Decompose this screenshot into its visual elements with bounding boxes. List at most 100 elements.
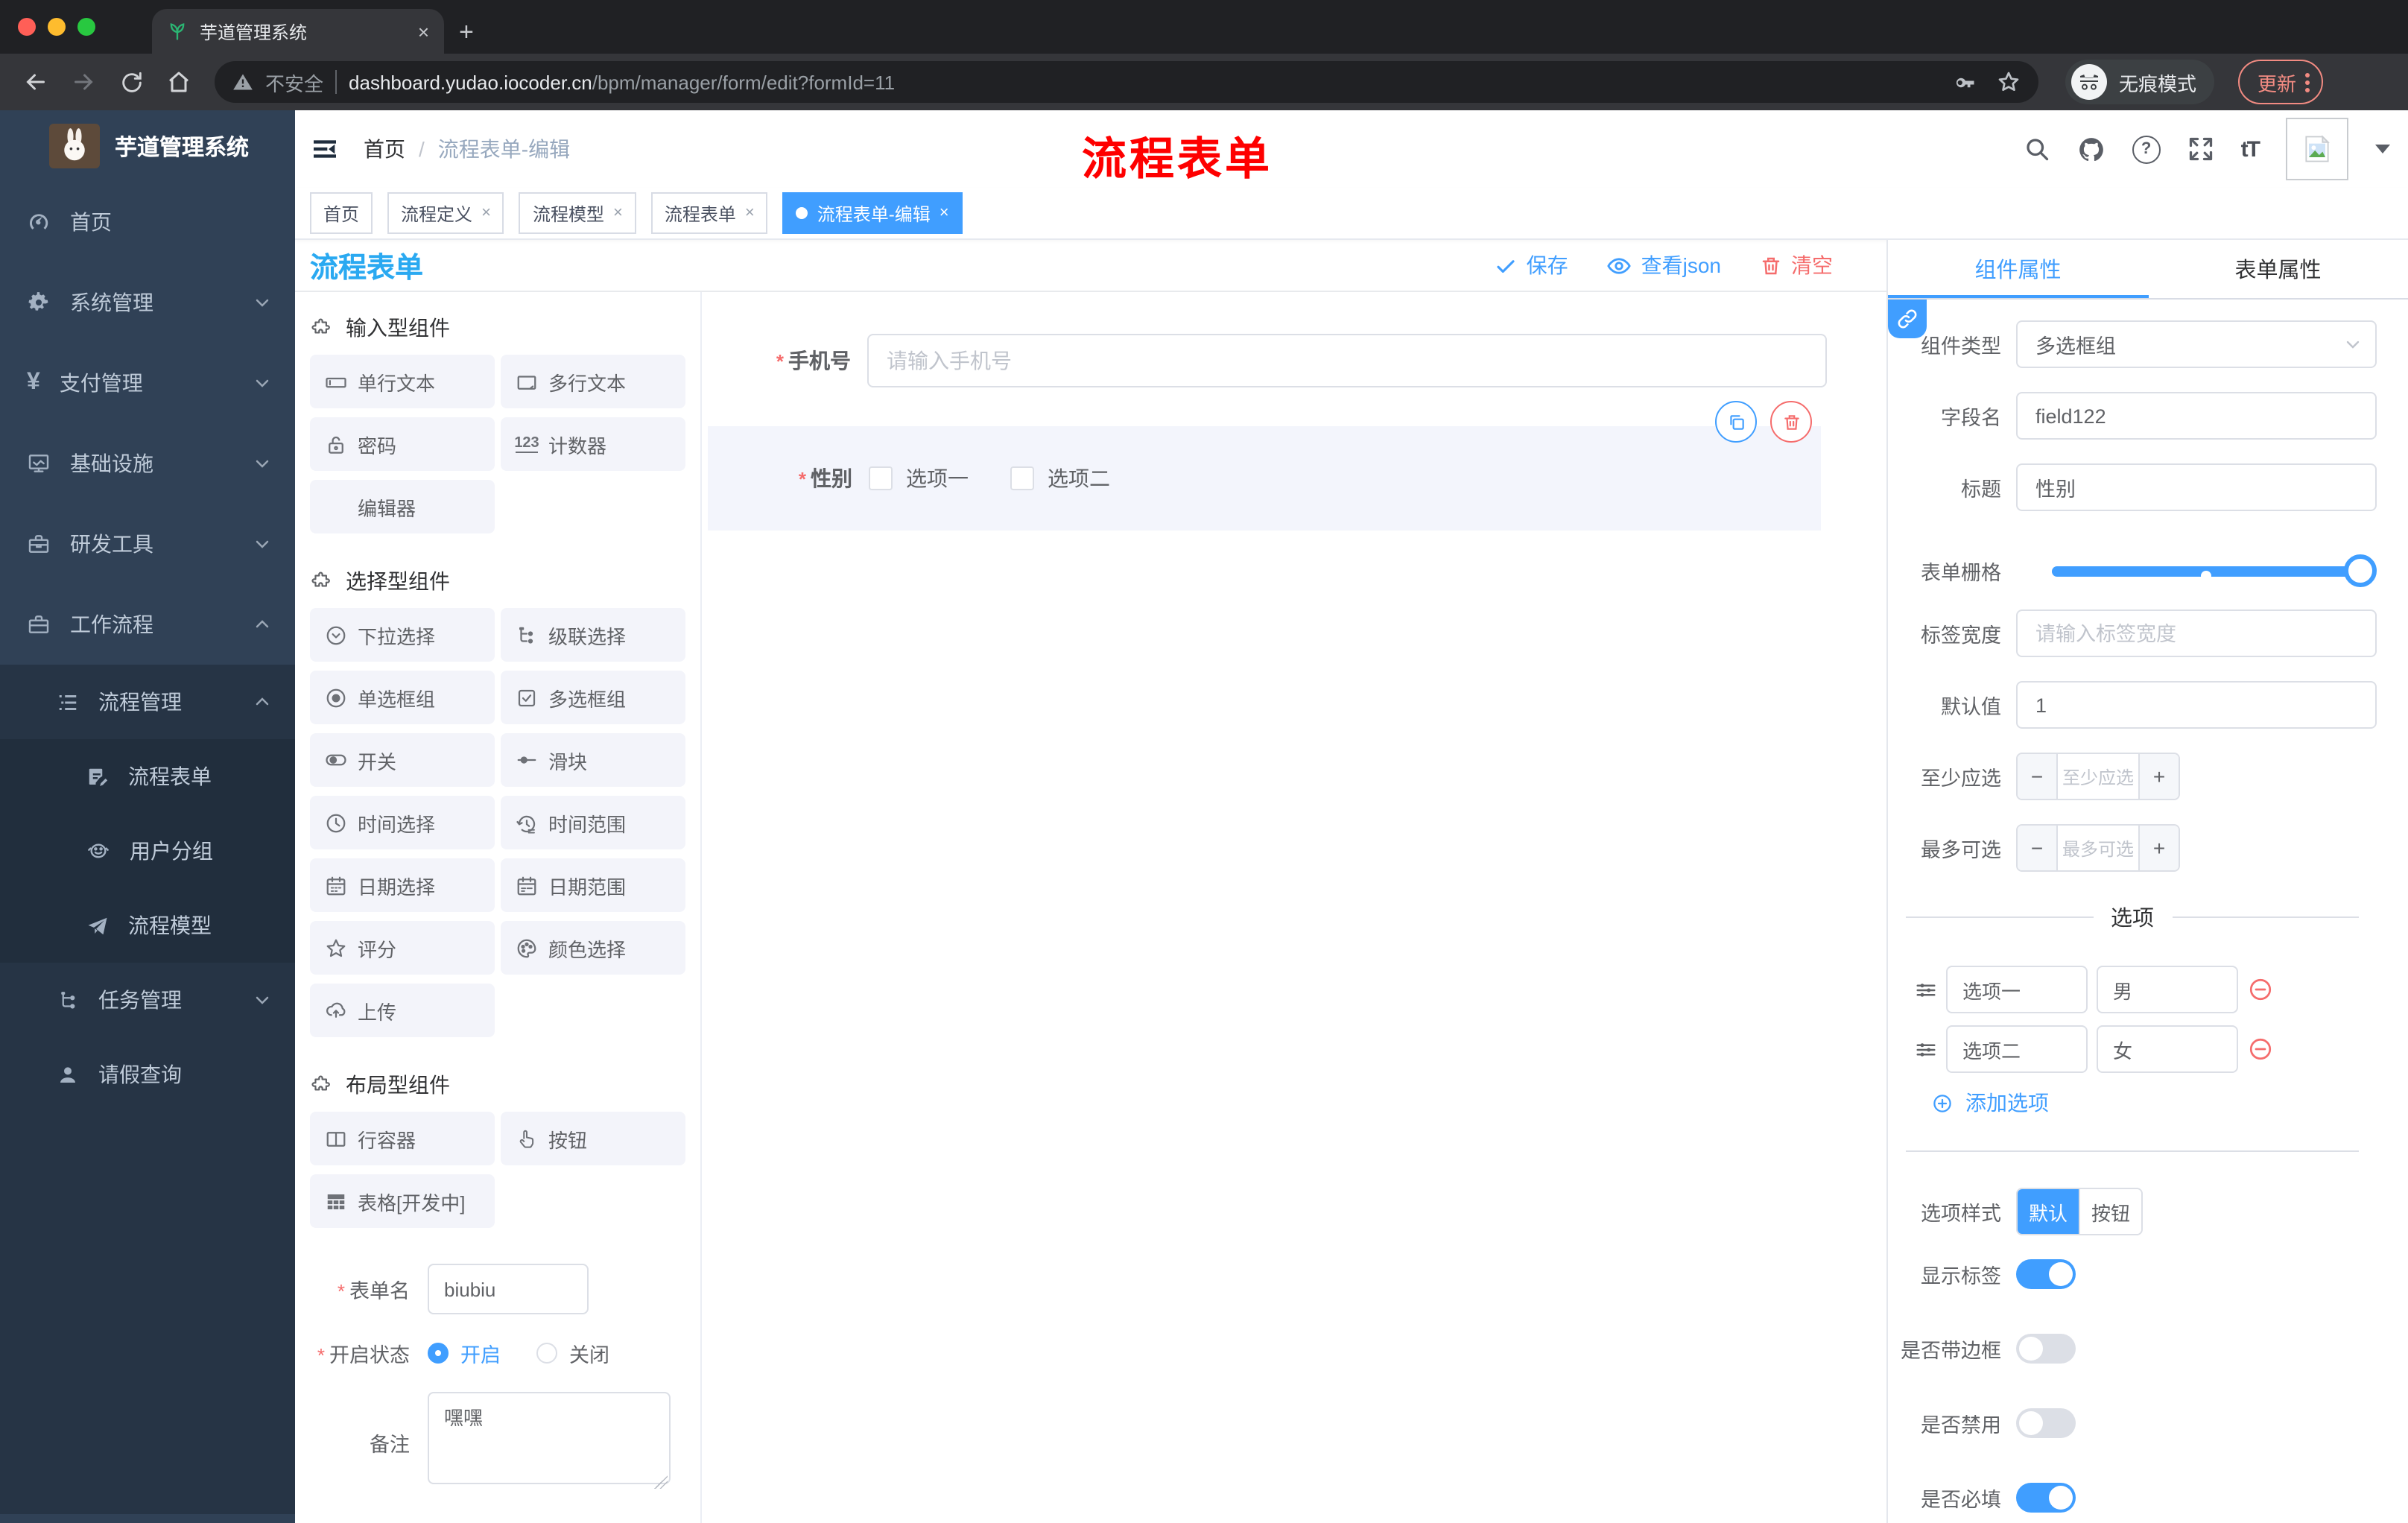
palette-item-rate[interactable]: 评分 <box>310 921 495 975</box>
fullscreen-icon[interactable] <box>2187 136 2214 162</box>
bookmark-star-icon[interactable] <box>1997 70 2021 94</box>
resize-grip-icon[interactable] <box>654 1475 668 1489</box>
forward-icon[interactable] <box>63 61 104 103</box>
radio-off[interactable]: 关闭 <box>536 1338 609 1368</box>
help-icon[interactable]: ? <box>2132 135 2161 163</box>
address-bar[interactable]: 不安全 dashboard.yudao.iocoder.cn/bpm/manag… <box>215 61 2038 103</box>
drag-handle-icon[interactable] <box>1915 1038 1937 1060</box>
stepper-decrease-button[interactable]: − <box>2018 826 2058 870</box>
tag-close-icon[interactable]: × <box>613 204 623 222</box>
tag-close-icon[interactable]: × <box>745 204 755 222</box>
drag-handle-icon[interactable] <box>1915 978 1937 1001</box>
palette-item-single-line-text[interactable]: 单行文本 <box>310 355 495 408</box>
sidebar-item-infra[interactable]: 基础设施 <box>0 423 295 504</box>
tag-process-model[interactable]: 流程模型 × <box>519 192 636 234</box>
delete-component-button[interactable] <box>1770 401 1812 443</box>
palette-item-time-picker[interactable]: 时间选择 <box>310 796 495 849</box>
tab-form-props[interactable]: 表单属性 <box>2148 240 2408 298</box>
sidebar-item-devtools[interactable]: 研发工具 <box>0 504 295 584</box>
sidebar-item-leave-query[interactable]: 请假查询 <box>0 1037 295 1112</box>
palette-item-slider[interactable]: 滑块 <box>501 733 685 787</box>
min-select-placeholder[interactable]: 至少应选 <box>2058 754 2138 799</box>
option-value-input[interactable] <box>2097 1025 2238 1073</box>
style-button-button[interactable]: 按钮 <box>2079 1189 2141 1234</box>
palette-item-counter[interactable]: 123 计数器 <box>501 417 685 471</box>
save-button[interactable]: 保存 <box>1495 250 1568 280</box>
tag-process-form-edit[interactable]: 流程表单-编辑 × <box>782 192 963 234</box>
close-window-button[interactable] <box>18 18 36 36</box>
tag-close-icon[interactable]: × <box>940 204 949 222</box>
required-toggle[interactable] <box>2016 1483 2076 1513</box>
palette-item-button[interactable]: 按钮 <box>501 1112 685 1165</box>
stepper-increase-button[interactable]: + <box>2138 826 2179 870</box>
duplicate-component-button[interactable] <box>1715 401 1757 443</box>
macos-window-controls[interactable] <box>0 0 116 54</box>
stepper-increase-button[interactable]: + <box>2138 754 2179 799</box>
palette-item-color-picker[interactable]: 颜色选择 <box>501 921 685 975</box>
avatar-caret-icon[interactable] <box>2375 145 2390 153</box>
sidebar-item-process-form[interactable]: 流程表单 <box>0 739 295 814</box>
sidebar-item-home[interactable]: 首页 <box>0 182 295 262</box>
palette-item-select[interactable]: 下拉选择 <box>310 608 495 662</box>
palette-item-switch[interactable]: 开关 <box>310 733 495 787</box>
canvas-field-phone[interactable]: * 手机号 <box>702 334 1886 387</box>
sidebar-item-process-model[interactable]: 流程模型 <box>0 888 295 963</box>
avatar[interactable] <box>2286 118 2348 180</box>
palette-item-row-container[interactable]: 行容器 <box>310 1112 495 1165</box>
checkbox-option-1[interactable]: 选项一 <box>869 463 969 493</box>
slider-handle[interactable] <box>2344 554 2377 587</box>
search-icon[interactable] <box>2024 136 2050 162</box>
sidebar-item-task-mgmt[interactable]: 任务管理 <box>0 963 295 1037</box>
sidebar-item-workflow[interactable]: 工作流程 <box>0 584 295 665</box>
tab-component-props[interactable]: 组件属性 <box>1888 240 2148 298</box>
palette-item-table[interactable]: 表格[开发中] <box>310 1174 495 1228</box>
palette-item-multi-line-text[interactable]: 多行文本 <box>501 355 685 408</box>
disabled-toggle[interactable] <box>2016 1408 2076 1438</box>
breadcrumb-home[interactable]: 首页 <box>364 134 405 164</box>
radio-on[interactable]: 开启 <box>428 1338 501 1368</box>
collapse-sidebar-icon[interactable] <box>310 134 340 164</box>
max-select-placeholder[interactable]: 最多可选 <box>2058 826 2138 870</box>
zoom-window-button[interactable] <box>77 18 95 36</box>
password-key-icon[interactable] <box>1954 71 1976 93</box>
tag-process-form[interactable]: 流程表单 × <box>650 192 768 234</box>
remove-option-icon[interactable] <box>2247 1036 2274 1063</box>
stepper-decrease-button[interactable]: − <box>2018 754 2058 799</box>
palette-item-password[interactable]: 密码 <box>310 417 495 471</box>
sidebar-item-system[interactable]: 系统管理 <box>0 262 295 343</box>
palette-item-upload[interactable]: 上传 <box>310 984 495 1037</box>
palette-item-date-picker[interactable]: 日期选择 <box>310 858 495 912</box>
palette-item-checkbox-group[interactable]: 多选框组 <box>501 671 685 724</box>
sidebar-item-user-groups[interactable]: 用户分组 <box>0 814 295 888</box>
sidebar-item-process-mgmt[interactable]: 流程管理 <box>0 665 295 739</box>
tag-process-definition[interactable]: 流程定义 × <box>387 192 504 234</box>
palette-item-date-range[interactable]: 日期范围 <box>501 858 685 912</box>
form-grid-slider[interactable] <box>2052 553 2377 589</box>
view-json-button[interactable]: 查看json <box>1607 250 1721 280</box>
not-secure-warning-icon[interactable] <box>232 72 253 92</box>
form-remark-textarea[interactable]: 嘿嘿 <box>428 1392 671 1484</box>
palette-item-editor[interactable]: 编辑器 <box>310 480 495 533</box>
clear-button[interactable]: 清空 <box>1760 250 1833 280</box>
sidebar-item-payment[interactable]: ¥ 支付管理 <box>0 343 295 423</box>
browser-menu-icon[interactable] <box>2305 72 2310 92</box>
tab-close-icon[interactable]: × <box>418 22 429 41</box>
show-label-toggle[interactable] <box>2016 1259 2076 1289</box>
minimize-window-button[interactable] <box>48 18 66 36</box>
field-name-input[interactable] <box>2016 392 2377 440</box>
link-icon[interactable] <box>1888 300 1927 338</box>
palette-item-time-range[interactable]: 时间范围 <box>501 796 685 849</box>
canvas-field-gender-selected[interactable]: * 性别 选项一 选项二 <box>708 401 1821 531</box>
palette-item-radio-group[interactable]: 单选框组 <box>310 671 495 724</box>
label-width-input[interactable] <box>2016 609 2377 657</box>
option-value-input[interactable] <box>2097 966 2238 1013</box>
form-name-input[interactable] <box>428 1264 589 1314</box>
tag-close-icon[interactable]: × <box>481 204 491 222</box>
github-icon[interactable] <box>2077 135 2106 163</box>
browser-tab[interactable]: 芋道管理系统 × <box>152 9 444 54</box>
default-value-input[interactable] <box>2016 681 2377 729</box>
style-default-button[interactable]: 默认 <box>2018 1189 2079 1234</box>
back-icon[interactable] <box>15 61 57 103</box>
with-border-toggle[interactable] <box>2016 1334 2076 1364</box>
remove-option-icon[interactable] <box>2247 976 2274 1003</box>
